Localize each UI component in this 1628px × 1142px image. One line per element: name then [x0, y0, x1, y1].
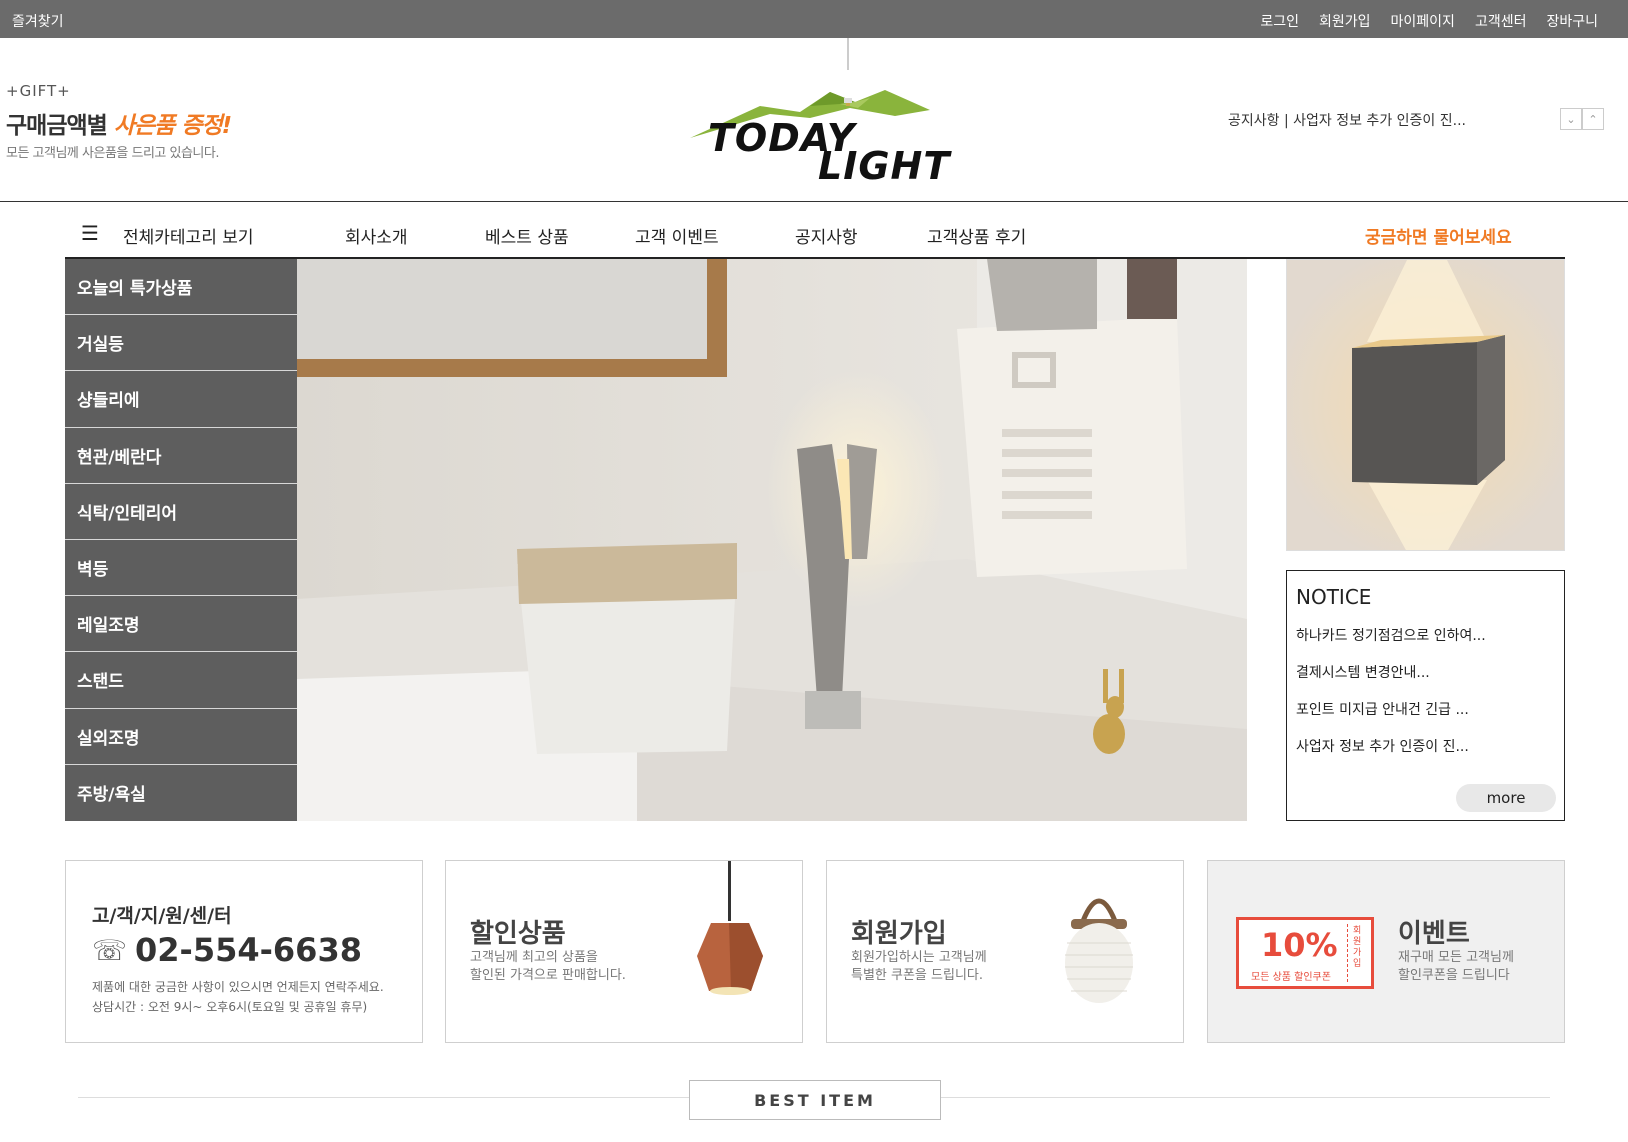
coupon-percent: 10%: [1261, 926, 1338, 964]
event-description: 재구매 모든 고객님께 할인쿠폰을 드립니다: [1398, 949, 1514, 985]
top-utility-bar: 즐겨찾기 로그인 회원가입 마이페이지 고객센터 장바구니: [0, 0, 1628, 38]
coupon-divider: [1347, 924, 1348, 982]
site-logo[interactable]: TODAY LIGHT: [680, 38, 949, 198]
membership-banner[interactable]: 회원가입 회원가입하시는 고객님께 특별한 쿠폰을 드립니다.: [826, 860, 1184, 1043]
nav-all-categories[interactable]: 전체카테고리 보기: [123, 223, 254, 248]
sale-description: 고객님께 최고의 상품을 할인된 가격으로 판매합니다.: [470, 949, 626, 985]
hero-banner-image[interactable]: [297, 259, 1247, 821]
main-nav: ☰ 전체카테고리 보기 회사소개 베스트 상품 고객 이벤트 공지사항 고객상품…: [65, 209, 1565, 259]
category-item[interactable]: 스탠드: [65, 652, 297, 709]
gift-subtext: 모든 고객님께 사은품을 드리고 있습니다.: [6, 146, 219, 161]
join-title: 회원가입: [851, 919, 947, 949]
nav-item-reviews[interactable]: 고객상품 후기: [927, 223, 1026, 248]
support-desc-line2: 상담시간 : 오전 9시~ 오후6시(토요일 및 공휴일 휴무): [92, 1000, 368, 1014]
chevron-up-icon[interactable]: ⌃: [1582, 108, 1604, 130]
top-links: 로그인 회원가입 마이페이지 고객센터 장바구니: [1260, 11, 1598, 31]
gift-headline-prefix: 구매금액별: [6, 113, 108, 139]
support-phone-number: 02-554-6638: [135, 931, 362, 969]
hero-scene-illustration: [297, 259, 1247, 821]
support-description: 제품에 대한 궁금한 사항이 있으시면 언제든지 연락주세요. 상담시간 : 오…: [92, 977, 384, 1017]
category-item[interactable]: 샹들리에: [65, 371, 297, 428]
notice-title: NOTICE: [1296, 585, 1372, 609]
category-sidebar: 오늘의 특가상품 거실등 샹들리에 현관/베란다 식탁/인테리어 벽등 레일조명…: [65, 259, 297, 821]
notice-ticker[interactable]: 공지사항 | 사업자 정보 추가 인증이 진...: [1228, 110, 1466, 130]
coupon-text: 모든 상품 할인쿠폰: [1251, 972, 1331, 983]
notice-panel: NOTICE 하나카드 정기점검으로 인하여... 결제시스템 변경안내... …: [1286, 570, 1565, 821]
category-item[interactable]: 주방/욕실: [65, 765, 297, 821]
join-desc-line2: 특별한 쿠폰을 드립니다.: [851, 968, 983, 983]
logo-text-light: LIGHT: [818, 144, 951, 188]
site-header: +GIFT+ 구매금액별 사은품 증정! 모든 고객님께 사은품을 드리고 있습…: [0, 38, 1628, 202]
lantern-lamp-icon: [1065, 898, 1133, 1003]
cart-link[interactable]: 장바구니: [1546, 11, 1598, 31]
notice-item[interactable]: 결제시스템 변경안내...: [1296, 662, 1555, 699]
chevron-down-icon[interactable]: ⌄: [1560, 108, 1582, 130]
nav-item-event[interactable]: 고객 이벤트: [635, 223, 719, 248]
category-item[interactable]: 레일조명: [65, 596, 297, 653]
gift-headline-accent: 사은품 증정!: [113, 113, 232, 139]
notice-item[interactable]: 사업자 정보 추가 인증이 진...: [1296, 736, 1555, 773]
category-item[interactable]: 현관/베란다: [65, 428, 297, 484]
nav-item-notice[interactable]: 공지사항: [795, 223, 858, 248]
gift-tag: +GIFT+: [6, 82, 71, 100]
support-phone: ☏ 02-554-6638: [92, 931, 362, 969]
category-item[interactable]: 식탁/인테리어: [65, 484, 297, 540]
category-item[interactable]: 실외조명: [65, 709, 297, 765]
login-link[interactable]: 로그인: [1260, 11, 1299, 31]
sale-title: 할인상품: [470, 919, 566, 949]
gift-headline: 구매금액별 사은품 증정!: [6, 106, 232, 140]
sale-desc-line2: 할인된 가격으로 판매합니다.: [470, 968, 626, 983]
nav-item-company[interactable]: 회사소개: [345, 223, 408, 248]
support-title: 고/객/지/원/센/터: [92, 905, 232, 927]
category-item[interactable]: 거실등: [65, 315, 297, 372]
hamburger-menu-icon[interactable]: ☰: [81, 221, 99, 245]
sale-desc-line1: 고객님께 최고의 상품을: [470, 950, 598, 965]
event-desc-line2: 할인쿠폰을 드립니다: [1398, 968, 1510, 983]
support-desc-line1: 제품에 대한 궁금한 사항이 있으시면 언제든지 연락주세요.: [92, 980, 384, 994]
wall-lamp-illustration: [1287, 260, 1564, 550]
notice-item[interactable]: 하나카드 정기점검으로 인하여...: [1296, 625, 1555, 662]
ticker-controls: ⌄ ⌃: [1560, 108, 1604, 130]
nav-item-best[interactable]: 베스트 상품: [485, 223, 569, 248]
discount-coupon: 10% 모든 상품 할인쿠폰 회원가입: [1236, 917, 1374, 989]
join-desc-line1: 회원가입하시는 고객님께: [851, 950, 987, 965]
phone-icon: ☏: [92, 933, 128, 967]
mypage-link[interactable]: 마이페이지: [1391, 11, 1455, 31]
support-center-banner[interactable]: 고/객/지/원/센/터 ☏ 02-554-6638 제품에 대한 궁금한 사항이…: [65, 860, 423, 1043]
notice-more-button[interactable]: more: [1456, 784, 1556, 812]
best-item-heading: BEST ITEM: [689, 1080, 941, 1120]
event-title: 이벤트: [1398, 919, 1470, 949]
gift-promo[interactable]: +GIFT+ 구매금액별 사은품 증정! 모든 고객님께 사은품을 드리고 있습…: [6, 82, 232, 161]
category-item[interactable]: 오늘의 특가상품: [65, 259, 297, 316]
favorites-link[interactable]: 즐겨찾기: [12, 11, 64, 31]
event-banner[interactable]: 10% 모든 상품 할인쿠폰 회원가입 이벤트 재구매 모든 고객님께 할인쿠폰…: [1207, 860, 1565, 1043]
event-desc-line1: 재구매 모든 고객님께: [1398, 950, 1514, 965]
nav-ask-link[interactable]: 궁금하면 물어보세요: [1365, 223, 1512, 248]
join-description: 회원가입하시는 고객님께 특별한 쿠폰을 드립니다.: [851, 949, 987, 985]
category-item[interactable]: 벽등: [65, 540, 297, 597]
sale-products-banner[interactable]: 할인상품 고객님께 최고의 상품을 할인된 가격으로 판매합니다.: [445, 860, 803, 1043]
notice-item[interactable]: 포인트 미지급 안내건 긴급 ...: [1296, 699, 1555, 736]
coupon-side-text: 회원가입: [1353, 926, 1362, 969]
side-product-image[interactable]: [1286, 259, 1565, 551]
customer-center-link[interactable]: 고객센터: [1475, 11, 1527, 31]
signup-link[interactable]: 회원가입: [1319, 11, 1371, 31]
pendant-lamp-icon: [697, 861, 763, 995]
